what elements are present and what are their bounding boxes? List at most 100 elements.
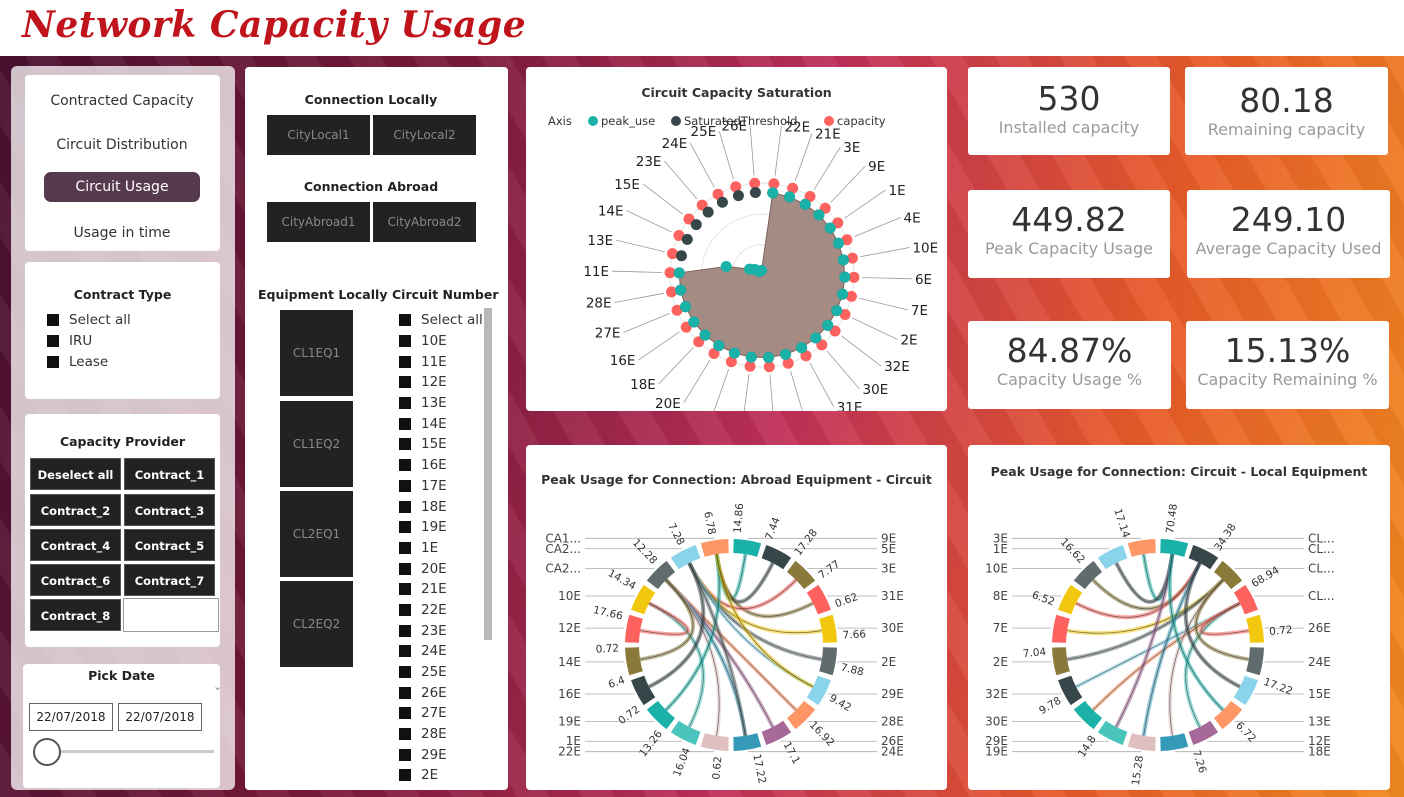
checkbox[interactable] — [399, 397, 411, 410]
circuit-option[interactable]: 26E — [399, 682, 483, 703]
circuit-option[interactable]: 17E — [399, 476, 483, 497]
chord-label: 24E — [881, 745, 904, 759]
tile-cl2eq1[interactable]: CL2EQ1 — [280, 491, 353, 577]
nav-circuit-distribution[interactable]: Circuit Distribution — [44, 130, 200, 160]
circuit-option[interactable]: 21E — [399, 579, 483, 600]
tile-cl1eq1[interactable]: CL1EQ1 — [280, 310, 353, 396]
checkbox[interactable] — [47, 355, 59, 368]
circuit-option[interactable]: 13E — [399, 393, 483, 414]
contract-4-button[interactable]: Contract_4 — [30, 529, 121, 561]
chord-label: 24E — [1308, 655, 1331, 669]
radar-leader-line — [861, 277, 912, 280]
checkbox[interactable] — [399, 603, 411, 616]
chord-value-label: 0.72 — [1269, 624, 1293, 638]
radar-category-label: 7E — [911, 303, 928, 319]
checkbox[interactable] — [399, 335, 411, 348]
checkbox[interactable] — [399, 624, 411, 637]
chord-label: 8E — [993, 589, 1008, 603]
contract-2-button[interactable]: Contract_2 — [30, 494, 121, 526]
circuit-option[interactable]: 23E — [399, 620, 483, 641]
tile-cl1eq2[interactable]: CL1EQ2 — [280, 401, 353, 487]
nav-usage-in-time[interactable]: Usage in time — [44, 218, 200, 248]
radar-leader-line — [859, 297, 908, 311]
checkbox[interactable] — [399, 314, 411, 327]
chord-value-label: 7.88 — [839, 662, 865, 679]
contract-type-option-iru[interactable]: IRU — [47, 331, 131, 352]
chord-value-label: 70.48 — [1164, 503, 1180, 534]
checkbox[interactable] — [399, 562, 411, 575]
circuit-option[interactable]: 16E — [399, 455, 483, 476]
kpi-value: 15.13% — [1224, 331, 1351, 370]
checkbox[interactable] — [399, 417, 411, 430]
circuit-option[interactable]: 28E — [399, 724, 483, 745]
kpi-peak-capacity-usage: 449.82 Peak Capacity Usage — [968, 190, 1170, 278]
contract-3-button[interactable]: Contract_3 — [124, 494, 215, 526]
tile-city-abroad-2[interactable]: CityAbroad2 — [373, 202, 476, 242]
circuit-option[interactable]: Select all — [399, 310, 483, 331]
radar-category-label: 21E — [815, 127, 841, 143]
circuit-option[interactable]: 25E — [399, 662, 483, 683]
circuit-option[interactable]: 19E — [399, 517, 483, 538]
contract-6-button[interactable]: Contract_6 — [30, 564, 121, 596]
checkbox[interactable] — [399, 376, 411, 389]
circuit-option[interactable]: 15E — [399, 434, 483, 455]
checkbox[interactable] — [47, 314, 59, 327]
circuit-option[interactable]: 18E — [399, 496, 483, 517]
contract-1-button[interactable]: Contract_1 — [124, 458, 215, 490]
nav-circuit-usage[interactable]: Circuit Usage — [44, 172, 200, 202]
checkbox[interactable] — [399, 728, 411, 741]
tile-city-local-1[interactable]: CityLocal1 — [267, 115, 370, 155]
checkbox[interactable] — [399, 500, 411, 513]
checkbox[interactable] — [399, 438, 411, 451]
connection-locally-title: Connection Locally — [304, 92, 438, 107]
checkbox[interactable] — [399, 748, 411, 761]
chord-arc-segment — [1246, 614, 1264, 643]
tile-cl2eq2[interactable]: CL2EQ2 — [280, 581, 353, 667]
tile-city-local-2[interactable]: CityLocal2 — [373, 115, 476, 155]
end-date-input[interactable]: 22/07/2018 — [118, 703, 202, 731]
contract-type-option-select-all[interactable]: Select all — [47, 310, 131, 331]
circuit-option[interactable]: 14E — [399, 413, 483, 434]
circuit-option[interactable]: 11E — [399, 351, 483, 372]
circuit-option[interactable]: 10E — [399, 331, 483, 352]
start-date-input[interactable]: 22/07/2018 — [29, 703, 113, 731]
checkbox[interactable] — [399, 521, 411, 534]
radar-category-label: 1E — [889, 183, 906, 199]
contract-5-button[interactable]: Contract_5 — [124, 529, 215, 561]
chord-link — [1066, 578, 1225, 662]
checkbox[interactable] — [399, 707, 411, 720]
date-slider-track[interactable] — [46, 750, 214, 753]
circuit-option[interactable]: 1E — [399, 538, 483, 559]
circuit-option[interactable]: 29E — [399, 744, 483, 765]
contract-type-option-lease[interactable]: Lease — [47, 351, 131, 372]
circuit-option[interactable]: 24E — [399, 641, 483, 662]
deselect-all-button[interactable]: Deselect all — [30, 458, 121, 490]
radar-leader-line — [743, 374, 750, 411]
chord-arc-segment — [1233, 675, 1258, 706]
checkbox[interactable] — [47, 335, 59, 348]
checkbox[interactable] — [399, 459, 411, 472]
circuit-option[interactable]: 20E — [399, 558, 483, 579]
chevron-down-icon[interactable]: ⌄ — [213, 680, 222, 693]
contract-7-button[interactable]: Contract_7 — [124, 564, 215, 596]
contract-8-button[interactable]: Contract_8 — [30, 599, 121, 631]
circuit-option[interactable]: 22E — [399, 600, 483, 621]
date-slider-handle[interactable] — [33, 738, 61, 766]
checkbox[interactable] — [399, 666, 411, 679]
circuit-option[interactable]: 27E — [399, 703, 483, 724]
tile-city-abroad-1[interactable]: CityAbroad1 — [267, 202, 370, 242]
chord-label: 18E — [1308, 745, 1331, 759]
circuit-list-scrollbar[interactable] — [484, 308, 492, 640]
checkbox[interactable] — [399, 355, 411, 368]
checkbox[interactable] — [399, 769, 411, 782]
checkbox[interactable] — [399, 686, 411, 699]
radar-category-label: 27E — [595, 326, 621, 342]
checkbox[interactable] — [399, 541, 411, 554]
nav-contracted-capacity[interactable]: Contracted Capacity — [44, 86, 200, 116]
circuit-option[interactable]: 2E — [399, 765, 483, 786]
circuit-option[interactable]: 12E — [399, 372, 483, 393]
checkbox[interactable] — [399, 479, 411, 492]
radar-leader-line — [830, 165, 866, 203]
checkbox[interactable] — [399, 583, 411, 596]
checkbox[interactable] — [399, 645, 411, 658]
